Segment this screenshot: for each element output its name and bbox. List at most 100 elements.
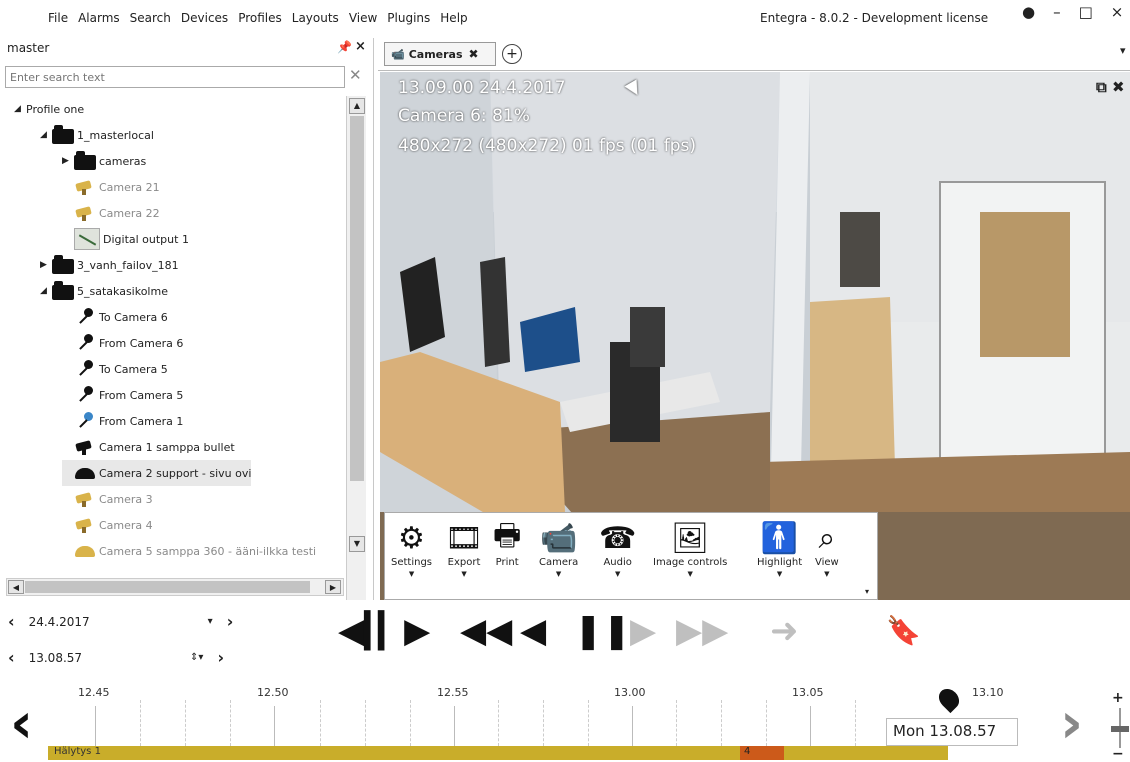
minimize-icon[interactable]: – <box>1053 3 1061 21</box>
rewind-icon[interactable]: ◀◀ <box>460 614 512 648</box>
tree-item[interactable]: From Camera 1 <box>62 408 183 434</box>
next-date-icon[interactable]: › <box>227 612 234 631</box>
print-button[interactable]: 🖶 Print <box>493 518 521 569</box>
event-marker[interactable]: 4 <box>740 746 784 760</box>
dropdown-arrow-icon[interactable]: ▼ <box>777 570 782 578</box>
time-value[interactable]: 13.08.57 <box>29 651 82 665</box>
date-value[interactable]: 24.4.2017 <box>29 615 90 629</box>
tree-item-label: 5_satakasikolme <box>77 284 168 298</box>
tree-item[interactable]: Camera 1 samppa bullet <box>62 434 235 460</box>
tree-item[interactable]: ◢ 5_satakasikolme <box>40 278 168 304</box>
maximize-icon[interactable]: □ <box>1079 3 1093 21</box>
event-label: Hälytys 1 <box>54 746 101 757</box>
timeline-prev-icon[interactable]: ‹ <box>10 696 33 752</box>
tree-item[interactable]: Camera 2 support - sivu ovi <box>62 460 252 486</box>
dropdown-arrow-icon[interactable]: ▼ <box>615 570 620 578</box>
tree-item[interactable]: ◢ 1_masterlocal <box>40 122 154 148</box>
expand-arrow-icon[interactable]: ▶ <box>40 260 52 270</box>
dropdown-arrow-icon[interactable]: ▼ <box>556 570 561 578</box>
pause-icon[interactable]: ❚❚ <box>574 614 631 648</box>
tree-item-label: Camera 5 samppa 360 - ääni-ilkka testi <box>99 544 317 558</box>
toolbar-more-icon[interactable]: ▾ <box>865 587 869 596</box>
pin-icon[interactable]: 📌 <box>337 40 352 54</box>
tree-vertical-scrollbar[interactable]: ▲ ▼ <box>346 96 366 616</box>
camera-tab-icon: 📹 <box>391 47 405 61</box>
tree-item[interactable]: Camera 4 <box>62 512 153 538</box>
zoom-knob[interactable] <box>1111 726 1129 732</box>
tab-cameras[interactable]: 📹 Cameras ✖ <box>384 42 496 66</box>
search-input[interactable] <box>5 66 345 88</box>
tree-item[interactable]: Camera 5 samppa 360 - ääni-ilkka testi <box>62 538 316 564</box>
add-tab-icon[interactable]: + <box>502 44 522 64</box>
collapse-arrow-icon[interactable]: ◢ <box>40 286 52 296</box>
menu-devices[interactable]: Devices <box>181 11 228 25</box>
fast-forward-icon[interactable]: ▶▶ <box>676 614 728 648</box>
settings-button[interactable]: ⚙ Settings ▼ <box>391 519 432 579</box>
window-title: Entegra - 8.0.2 - Development license <box>760 11 989 25</box>
close-panel-icon[interactable]: × <box>355 39 366 54</box>
scroll-thumb[interactable] <box>350 116 364 481</box>
zoom-in-icon[interactable]: + <box>1112 690 1124 706</box>
camera-button[interactable]: 📹 Camera ▼ <box>539 519 578 579</box>
close-tab-icon[interactable]: ✖ <box>469 47 479 61</box>
image-controls-button[interactable]: 🖼 Image controls ▼ <box>653 519 727 579</box>
play-reverse-icon[interactable]: ◀ <box>520 614 546 648</box>
menu-search[interactable]: Search <box>130 11 171 25</box>
timeline-next-icon[interactable]: › <box>1060 696 1083 752</box>
menu-help[interactable]: Help <box>440 11 467 25</box>
date-dropdown-icon[interactable]: ▾ <box>208 616 213 627</box>
tab-menu-icon[interactable]: ▾ <box>1120 44 1126 57</box>
clear-search-icon[interactable]: ✕ <box>349 66 362 84</box>
dropdown-arrow-icon[interactable]: ▼ <box>461 570 466 578</box>
collapse-arrow-icon[interactable]: ◢ <box>40 130 52 140</box>
expand-arrow-icon[interactable]: ▶ <box>62 156 74 166</box>
scroll-up-icon[interactable]: ▲ <box>349 98 365 114</box>
scroll-right-icon[interactable]: ▶ <box>325 580 341 594</box>
bookmark-icon[interactable]: 🔖 <box>886 614 921 648</box>
menu-plugins[interactable]: Plugins <box>387 11 430 25</box>
tree-item-label: Camera 21 <box>99 180 160 194</box>
prev-date-icon[interactable]: ‹ <box>8 612 15 631</box>
tree-item[interactable]: ▶ cameras <box>62 148 146 174</box>
play-icon[interactable]: ▶ <box>630 614 656 648</box>
tree-item[interactable]: From Camera 5 <box>62 382 183 408</box>
close-video-icon[interactable]: ✖ <box>1112 78 1125 96</box>
tree-item[interactable]: ▶ 3_vanh_failov_181 <box>40 252 179 278</box>
step-forward-icon[interactable]: ▎▶ <box>378 614 430 648</box>
next-time-icon[interactable]: › <box>217 648 224 667</box>
go-live-arrow-icon[interactable]: ➜ <box>770 614 799 648</box>
dropdown-arrow-icon[interactable]: ▼ <box>824 570 829 578</box>
menu-file[interactable]: File <box>48 11 68 25</box>
tree-item[interactable]: Camera 21 <box>62 174 160 200</box>
hscroll-thumb[interactable] <box>25 581 310 593</box>
audio-button[interactable]: ☎ Audio ▼ <box>599 519 636 579</box>
tree-horizontal-scrollbar[interactable]: ◀ ▶ <box>6 578 344 596</box>
event-bar[interactable]: Hälytys 1 4 <box>48 746 948 760</box>
tree-item[interactable]: To Camera 6 <box>62 304 168 330</box>
tree-item[interactable]: From Camera 6 <box>62 330 183 356</box>
timeline-zoom-slider[interactable]: + − <box>1110 690 1130 762</box>
dropdown-arrow-icon[interactable]: ▼ <box>687 570 692 578</box>
tree-item[interactable]: To Camera 5 <box>62 356 168 382</box>
scroll-down-icon[interactable]: ▼ <box>349 536 365 552</box>
time-spinner-icon[interactable]: ⇕▾ <box>190 652 203 663</box>
timeline-tick: 12.45 <box>78 686 110 699</box>
tree-item[interactable]: ◢ Profile one <box>14 96 84 122</box>
scroll-left-icon[interactable]: ◀ <box>8 580 24 594</box>
tree-item[interactable]: Digital output 1 <box>62 226 189 252</box>
tree-item[interactable]: Camera 3 <box>62 486 153 512</box>
highlight-button[interactable]: 🚹 Highlight ▼ <box>757 519 802 579</box>
tree-item[interactable]: Camera 22 <box>62 200 160 226</box>
popout-icon[interactable]: ⧉ <box>1096 78 1107 96</box>
menu-layouts[interactable]: Layouts <box>292 11 339 25</box>
menu-profiles[interactable]: Profiles <box>238 11 282 25</box>
view-button[interactable]: ⌕ View ▼ <box>815 519 839 579</box>
menu-view[interactable]: View <box>349 11 377 25</box>
menu-alarms[interactable]: Alarms <box>78 11 120 25</box>
export-button[interactable]: 🎞 Export ▼ <box>445 519 483 579</box>
collapse-arrow-icon[interactable]: ◢ <box>14 104 26 114</box>
camera-yellow-icon <box>74 180 96 195</box>
prev-time-icon[interactable]: ‹ <box>8 648 15 667</box>
dropdown-arrow-icon[interactable]: ▼ <box>409 570 414 578</box>
close-window-icon[interactable]: × <box>1111 3 1124 21</box>
